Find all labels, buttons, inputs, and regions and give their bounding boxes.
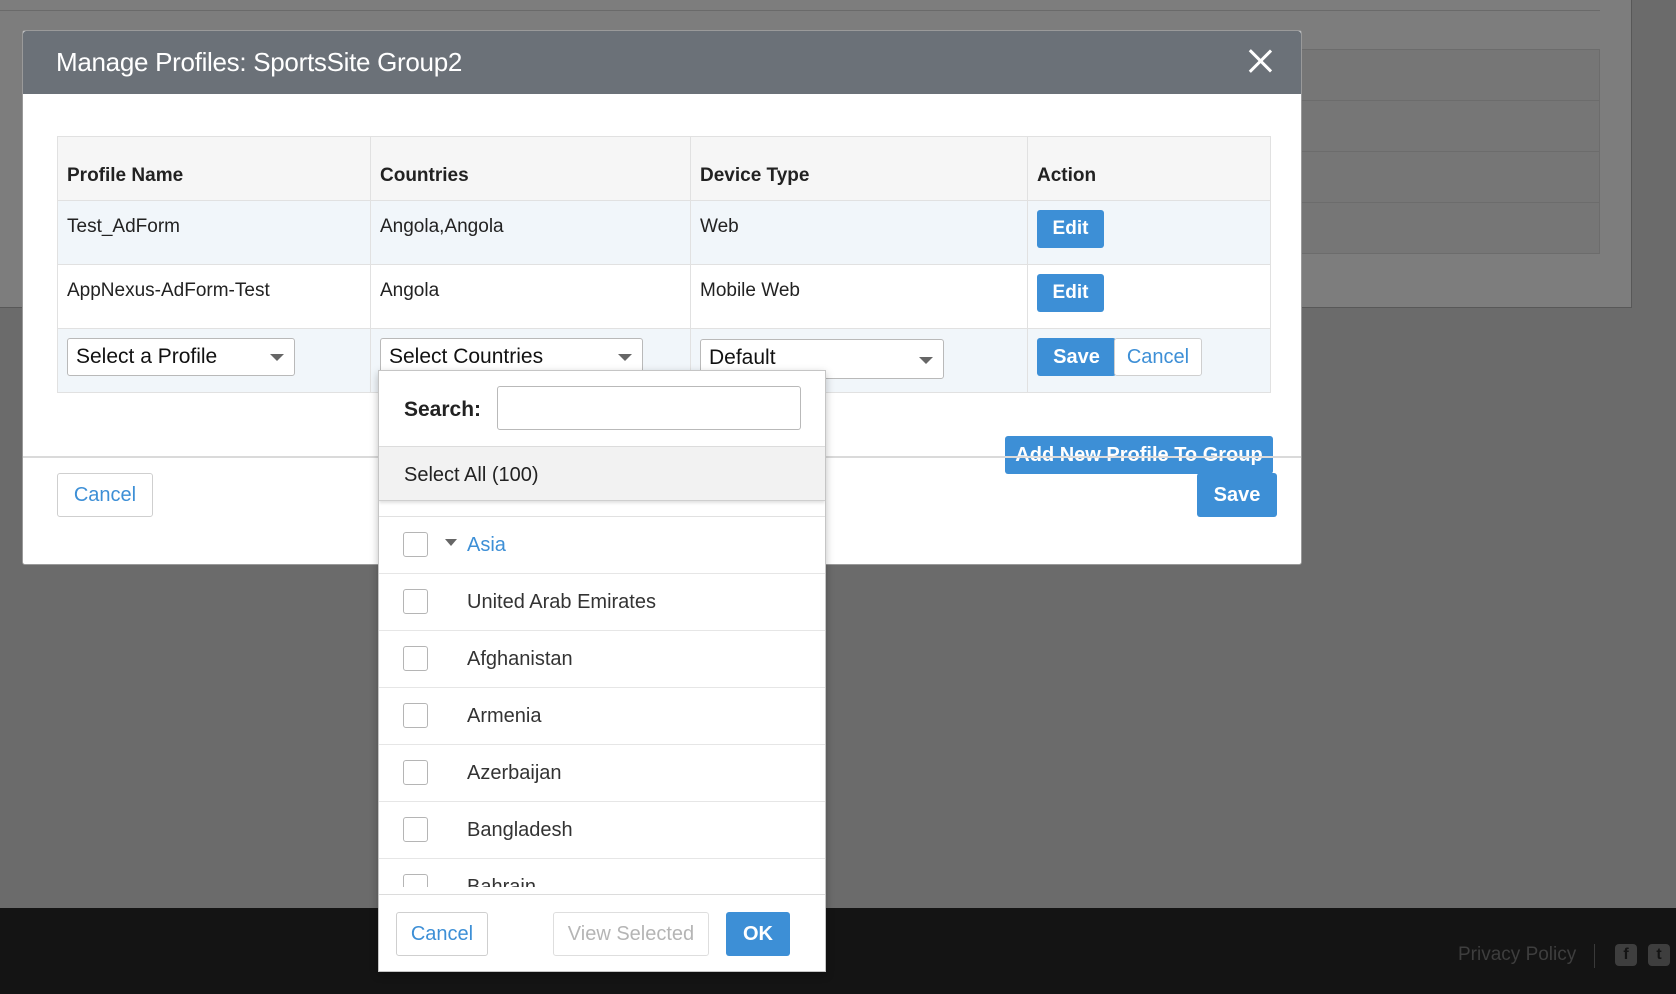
list-item[interactable]: Azerbaijan bbox=[379, 745, 825, 802]
chevron-down-icon bbox=[919, 357, 933, 364]
country-label: Bangladesh bbox=[467, 819, 573, 841]
profile-select-cell: Select a Profile bbox=[57, 328, 371, 393]
action-cell: Edit bbox=[1027, 264, 1271, 329]
twitter-icon[interactable]: t bbox=[1648, 944, 1670, 966]
countries-select-value: Select Countries bbox=[389, 345, 544, 368]
select-all-option[interactable]: Select All (100) bbox=[379, 447, 825, 501]
close-icon[interactable] bbox=[1243, 44, 1277, 78]
checkbox[interactable] bbox=[403, 589, 428, 614]
edit-button[interactable]: Edit bbox=[1037, 210, 1104, 248]
profile-name-cell: Test_AdForm bbox=[57, 200, 371, 265]
dropdown-footer: Cancel View Selected OK bbox=[379, 894, 825, 971]
checkbox[interactable] bbox=[403, 646, 428, 671]
search-input[interactable] bbox=[497, 386, 801, 430]
country-label: Azerbaijan bbox=[467, 762, 562, 784]
facebook-icon[interactable]: f bbox=[1615, 944, 1637, 966]
modal-cancel-button[interactable]: Cancel bbox=[57, 473, 153, 517]
footer-separator bbox=[1594, 944, 1595, 968]
list-item-group[interactable]: Asia bbox=[379, 517, 825, 574]
page-footer: Privacy Policy f t bbox=[0, 908, 1676, 994]
profiles-table: Profile Name Countries Device Type Actio… bbox=[57, 136, 1271, 393]
table-row: Test_AdForm Angola,Angola Web Edit bbox=[57, 200, 1271, 265]
caret-down-icon[interactable] bbox=[445, 539, 457, 546]
country-label: Armenia bbox=[467, 705, 542, 727]
row-save-button[interactable]: Save bbox=[1037, 338, 1116, 376]
row-cancel-button[interactable]: Cancel bbox=[1114, 338, 1202, 376]
chevron-down-icon bbox=[618, 354, 632, 361]
device-select-value: Default bbox=[709, 346, 776, 369]
column-header-device-type: Device Type bbox=[690, 136, 1028, 201]
list-item[interactable]: United Arab Emirates bbox=[379, 574, 825, 631]
profile-select-value: Select a Profile bbox=[76, 345, 218, 368]
chevron-down-icon bbox=[270, 354, 284, 361]
checkbox[interactable] bbox=[403, 760, 428, 785]
background-divider bbox=[0, 10, 1600, 11]
checkbox[interactable] bbox=[403, 703, 428, 728]
country-label: Afghanistan bbox=[467, 648, 573, 670]
country-label: United Arab Emirates bbox=[467, 591, 656, 613]
list-item[interactable]: Armenia bbox=[379, 688, 825, 745]
group-label[interactable]: Asia bbox=[467, 534, 506, 557]
action-cell: Edit bbox=[1027, 200, 1271, 265]
checkbox[interactable] bbox=[403, 532, 428, 557]
ok-button[interactable]: OK bbox=[726, 912, 790, 956]
profile-select[interactable]: Select a Profile bbox=[67, 338, 295, 376]
list-spacer bbox=[379, 501, 825, 517]
add-new-profile-button[interactable]: Add New Profile To Group bbox=[1005, 436, 1273, 474]
dropdown-search-area: Search: bbox=[379, 371, 825, 447]
table-row: AppNexus-AdForm-Test Angola Mobile Web E… bbox=[57, 264, 1271, 329]
list-item[interactable]: Bahrain bbox=[379, 859, 825, 887]
view-selected-button[interactable]: View Selected bbox=[553, 912, 709, 956]
checkbox[interactable] bbox=[403, 817, 428, 842]
search-label: Search: bbox=[404, 398, 482, 421]
device-type-cell: Mobile Web bbox=[690, 264, 1028, 329]
dropdown-cancel-button[interactable]: Cancel bbox=[396, 912, 488, 956]
table-header-row: Profile Name Countries Device Type Actio… bbox=[57, 136, 1271, 201]
list-item[interactable]: Afghanistan bbox=[379, 631, 825, 688]
privacy-policy-link[interactable]: Privacy Policy bbox=[1458, 944, 1576, 966]
countries-cell: Angola bbox=[370, 264, 691, 329]
edit-row-actions: Save Cancel bbox=[1027, 328, 1271, 393]
edit-button[interactable]: Edit bbox=[1037, 274, 1104, 312]
device-type-cell: Web bbox=[690, 200, 1028, 265]
modal-save-button[interactable]: Save bbox=[1197, 473, 1277, 517]
list-item[interactable]: Bangladesh bbox=[379, 802, 825, 859]
column-header-countries: Countries bbox=[370, 136, 691, 201]
modal-header: Manage Profiles: SportsSite Group2 bbox=[23, 31, 1301, 94]
column-header-action: Action bbox=[1027, 136, 1271, 201]
column-header-profile-name: Profile Name bbox=[57, 136, 371, 201]
modal-title: Manage Profiles: SportsSite Group2 bbox=[56, 47, 463, 77]
country-label: Bahrain bbox=[467, 876, 536, 887]
checkbox[interactable] bbox=[403, 874, 428, 887]
profile-name-cell: AppNexus-AdForm-Test bbox=[57, 264, 371, 329]
countries-list[interactable]: Asia United Arab Emirates Afghanistan Ar… bbox=[379, 517, 825, 887]
countries-dropdown: Search: Select All (100) Asia United Ara… bbox=[378, 370, 826, 972]
countries-cell: Angola,Angola bbox=[370, 200, 691, 265]
